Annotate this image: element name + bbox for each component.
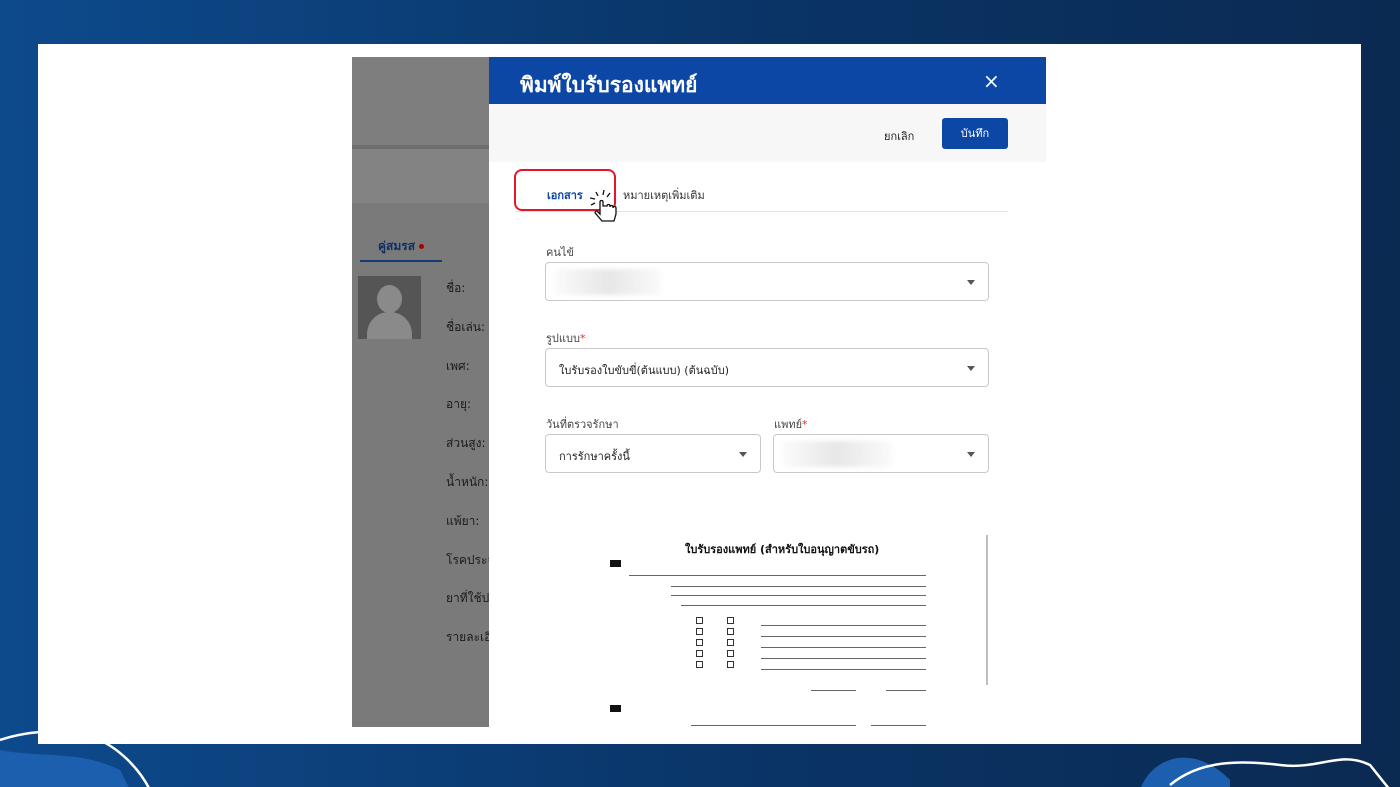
preview-line: [691, 725, 856, 726]
dialog-header: พิมพ์ใบรับรองแพทย์ ×: [489, 57, 1046, 104]
tab-additional-notes[interactable]: หมายเหตุเพิ่มเติม: [623, 186, 705, 204]
preview-line: [761, 669, 926, 670]
format-select[interactable]: ใบรับรองใบขับขี่(ต้นแบบ) (ต้นฉบับ): [545, 348, 989, 387]
field-label: ส่วนสูง:: [446, 436, 486, 451]
preview-checkbox: [696, 661, 703, 668]
preview-line: [681, 605, 926, 606]
avatar: [358, 276, 421, 339]
save-button[interactable]: บันทึก: [942, 118, 1008, 149]
patient-select[interactable]: [545, 262, 989, 301]
preview-line: [761, 647, 926, 648]
preview-line: [761, 625, 926, 626]
close-icon[interactable]: ×: [983, 69, 1000, 93]
preview-checkbox: [727, 639, 734, 646]
treatment-date-label: วันที่ตรวจรักษา: [546, 418, 619, 431]
chevron-down-icon: [967, 366, 975, 371]
field-label: ชื่อ:: [446, 281, 466, 295]
field-label: เพศ:: [446, 358, 470, 373]
field-label: อายุ:: [446, 397, 472, 412]
preview-checkbox: [696, 639, 703, 646]
decorative-wave-right: [1141, 757, 1390, 787]
redacted-value: [554, 269, 662, 295]
pointer-hand-icon: [590, 190, 617, 222]
tab-spouse[interactable]: คู่สมรส: [378, 237, 425, 256]
certificate-preview: ใบรับรองแพทย์ (สำหรับใบอนุญาตขับรถ): [601, 535, 931, 727]
redacted-value: [782, 441, 892, 467]
chevron-down-icon: [739, 452, 747, 457]
tab-underline: [360, 260, 442, 262]
preview-checkbox: [727, 617, 734, 624]
preview-checkbox: [727, 628, 734, 635]
field-label: โรคประจ: [446, 552, 495, 567]
preview-line: [761, 658, 926, 659]
print-certificate-dialog: พิมพ์ใบรับรองแพทย์ × ยกเลิก บันทึก เอกสา…: [489, 57, 1046, 727]
field-label: ยาที่ใช้ป: [446, 591, 490, 606]
cancel-button[interactable]: ยกเลิก: [884, 127, 914, 145]
preview-checkbox: [727, 650, 734, 657]
field-label: รายละเอี: [446, 630, 492, 645]
doctor-select[interactable]: [773, 434, 989, 473]
preview-title: ใบรับรองแพทย์ (สำหรับใบอนุญาตขับรถ): [685, 543, 880, 556]
treatment-date-value: การรักษาครั้งนี้: [559, 450, 630, 463]
preview-line: [671, 586, 926, 587]
preview-line: [871, 725, 926, 726]
patient-label: คนไข้: [546, 246, 574, 259]
preview-scrollbar[interactable]: [986, 535, 988, 685]
format-label: รูปแบบ*: [546, 332, 586, 345]
field-label: ชื่อเล่น:: [446, 319, 486, 334]
dialog-title: พิมพ์ใบรับรองแพทย์: [520, 73, 698, 97]
preview-line: [629, 575, 926, 576]
tab-spouse-label: คู่สมรส: [378, 239, 416, 253]
chevron-down-icon: [967, 452, 975, 457]
field-label: แพ้ยา:: [446, 513, 480, 528]
preview-line: [671, 595, 926, 596]
tab-dot-indicator: [419, 244, 425, 249]
doctor-label: แพทย์*: [774, 418, 808, 431]
preview-line: [761, 636, 926, 637]
treatment-date-select[interactable]: การรักษาครั้งนี้: [545, 434, 761, 473]
preview-checkbox: [696, 628, 703, 635]
preview-line: [886, 690, 926, 691]
chevron-down-icon: [967, 280, 975, 285]
format-value: ใบรับรองใบขับขี่(ต้นแบบ) (ต้นฉบับ): [559, 364, 730, 377]
preview-checkbox: [696, 617, 703, 624]
field-label: น้ำหนัก:: [446, 474, 489, 489]
profile-field-list: ชื่อ: ชื่อเล่น: เพศ: อายุ: ส่วนสูง: น้ำห…: [446, 279, 494, 667]
preview-checkbox: [727, 661, 734, 668]
preview-checkbox: [696, 650, 703, 657]
preview-line: [811, 690, 856, 691]
preview-section-marker: [610, 705, 622, 712]
preview-section-marker: [610, 560, 622, 567]
